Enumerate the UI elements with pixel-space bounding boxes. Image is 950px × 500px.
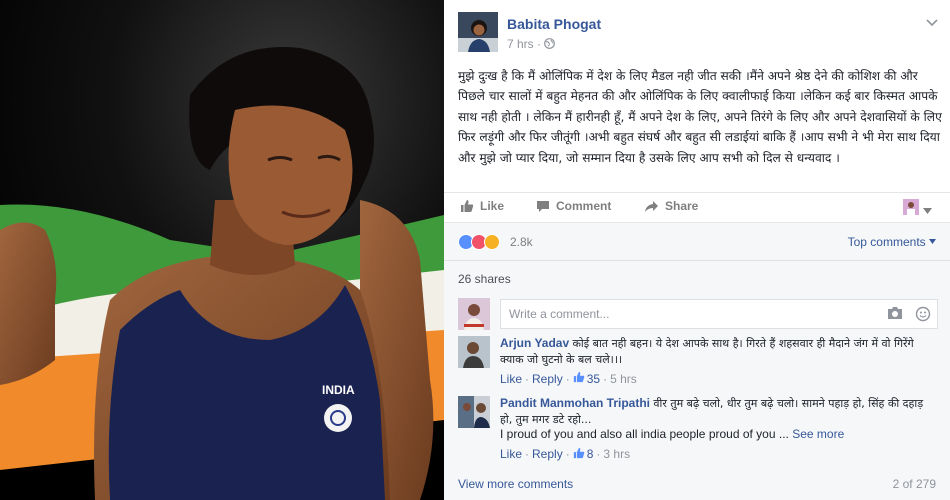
commenter-avatar[interactable] — [458, 396, 490, 428]
comment-likes-number: 35 — [586, 371, 601, 386]
comment-body: Arjun Yadav कोई बात नही बहन। ये देश आपके… — [500, 336, 934, 388]
thumbs-up-icon — [573, 371, 585, 388]
post-header: Babita Phogat 7 hrs · — [458, 12, 938, 56]
comment-like-count[interactable]: 35 — [573, 371, 600, 388]
comment-time[interactable]: 3 hrs — [603, 447, 630, 463]
post-actions-bar: Like Comment Share — [444, 192, 950, 222]
shares-bar: 26 shares — [444, 260, 950, 292]
comment-body: Pandit Manmohan Tripathi वीर तुम बढ़े चल… — [500, 396, 934, 463]
meta-dot: · — [525, 447, 530, 461]
wrestler-photo-illustration: INDIA — [0, 0, 444, 500]
thumbs-up-icon — [573, 447, 585, 464]
emoji-icon[interactable] — [915, 306, 931, 327]
dropdown-caret-icon — [929, 235, 936, 249]
raised-arm — [0, 222, 57, 385]
post-photo[interactable]: INDIA — [0, 0, 444, 500]
top-comments-label: Top comments — [847, 235, 926, 249]
comment-button[interactable]: Comment — [536, 199, 611, 213]
thumbs-up-icon — [460, 199, 474, 213]
comment-reply-link[interactable]: Reply — [532, 372, 563, 388]
meta-dot: · — [603, 371, 608, 386]
singlet-label: INDIA — [322, 383, 355, 397]
comment-bubble-icon — [536, 200, 550, 213]
see-more-link[interactable]: See more — [792, 427, 844, 441]
sad-reaction-icon — [484, 234, 500, 250]
comment-input-box[interactable] — [500, 299, 938, 329]
share-button[interactable]: Share — [644, 199, 698, 213]
user-avatar-small-icon — [903, 199, 919, 220]
page-avatar[interactable] — [458, 12, 498, 52]
like-button[interactable]: Like — [460, 199, 504, 213]
avatar-image — [458, 12, 498, 52]
shares-count[interactable]: 26 shares — [458, 272, 511, 286]
comment-like-link[interactable]: Like — [500, 447, 522, 463]
comments-section: Arjun Yadav कोई बात नही बहन। ये देश आपके… — [444, 292, 950, 500]
comment-likes-number: 8 — [586, 447, 594, 461]
current-user-avatar — [458, 298, 490, 330]
comment-input[interactable] — [501, 300, 861, 328]
singlet-emblem — [324, 404, 352, 432]
comment-like-count[interactable]: 8 — [573, 447, 594, 464]
meta-dot: · — [525, 371, 530, 386]
meta-dot: · — [596, 447, 601, 461]
comment-input-icons — [887, 306, 931, 327]
time-separator: · — [537, 37, 542, 51]
post-body-text: मुझे दुःख है कि मैं ओलिंपिक में देश के ल… — [458, 69, 942, 165]
camera-icon[interactable] — [887, 306, 903, 327]
reactions-summary-bar: 2.8k Top comments — [444, 222, 950, 260]
meta-dot: · — [565, 371, 570, 386]
comment-like-link[interactable]: Like — [500, 372, 522, 388]
comment-author[interactable]: Pandit Manmohan Tripathi — [500, 396, 650, 410]
comment-meta: Like · Reply · 35 · 5 hrs — [500, 371, 934, 388]
comment-text-english: I proud of you and also all india people… — [500, 427, 789, 441]
reaction-selector[interactable] — [903, 199, 932, 220]
comment-time[interactable]: 5 hrs — [610, 372, 637, 388]
post-time[interactable]: 7 hrs — [507, 37, 534, 51]
like-label: Like — [480, 199, 505, 213]
comment-label: Comment — [556, 199, 612, 213]
comment-meta: Like · Reply · 8 · 3 hrs — [500, 447, 934, 464]
post-options-chevron-icon[interactable] — [926, 14, 938, 30]
reaction-count[interactable]: 2.8k — [510, 235, 533, 249]
write-comment-row — [458, 298, 938, 330]
comment-reply-link[interactable]: Reply — [532, 447, 563, 463]
share-arrow-icon — [644, 200, 659, 213]
comment-author[interactable]: Arjun Yadav — [500, 336, 569, 350]
comments-paging: 2 of 279 — [892, 477, 936, 491]
view-more-comments-link[interactable]: View more comments — [458, 477, 573, 491]
meta-dot: · — [565, 447, 570, 461]
globe-icon — [544, 37, 556, 51]
reaction-icons[interactable] — [458, 234, 500, 250]
share-label: Share — [665, 199, 699, 213]
commenter-avatar[interactable] — [458, 336, 490, 368]
top-comments-dropdown[interactable]: Top comments — [848, 235, 936, 249]
post-timestamp[interactable]: 7 hrs · — [507, 37, 556, 51]
page-name[interactable]: Babita Phogat — [507, 16, 601, 32]
dropdown-caret-icon — [923, 201, 932, 219]
post-panel: Babita Phogat 7 hrs · मुझे दुःख है कि मै… — [444, 0, 950, 500]
